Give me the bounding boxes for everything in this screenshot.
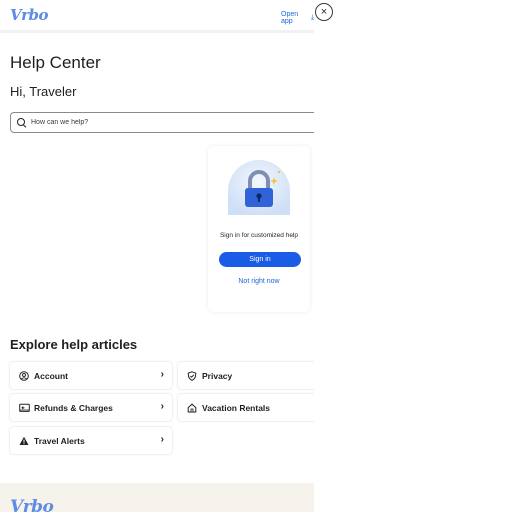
download-icon: ⤓ — [310, 14, 314, 21]
signin-button[interactable]: Sign in — [219, 252, 301, 267]
tile-account[interactable]: Account › — [10, 362, 172, 389]
signin-message: Sign in for customized help — [219, 232, 299, 239]
help-center-page: Vrbo Open app ⤓ Help Center Hi, Traveler — [0, 0, 314, 512]
close-button[interactable]: × — [315, 3, 333, 21]
chevron-right-icon: › — [160, 434, 164, 445]
vrbo-footer-logo[interactable]: Vrbo — [10, 497, 54, 512]
chevron-right-icon: › — [160, 401, 164, 412]
tile-vacation-rentals[interactable]: Vacation Rentals — [178, 394, 314, 421]
page-title: Help Center — [10, 53, 101, 72]
open-app-label: Open app — [281, 11, 299, 25]
search-icon — [17, 118, 26, 127]
home-icon — [184, 400, 200, 416]
privacy-shield-icon — [184, 368, 200, 384]
tile-travel-alerts[interactable]: Travel Alerts › — [10, 427, 172, 454]
top-bar: Vrbo Open app ⤓ — [0, 0, 314, 30]
tile-label: Privacy — [202, 370, 233, 381]
tile-privacy[interactable]: Privacy — [178, 362, 314, 389]
signin-card: Sign in for customized help Sign in Not … — [208, 146, 310, 312]
footer: Vrbo — [0, 483, 314, 512]
alert-icon — [16, 433, 32, 449]
refund-icon — [16, 400, 32, 416]
open-app-link[interactable]: Open app ⤓ — [281, 11, 314, 25]
tile-label: Vacation Rentals — [202, 402, 271, 413]
not-right-now-link[interactable]: Not right now — [208, 278, 310, 285]
vrbo-logo[interactable]: Vrbo — [10, 6, 49, 24]
search-box[interactable] — [10, 112, 314, 133]
tile-label: Travel Alerts — [34, 435, 85, 446]
divider — [0, 30, 314, 33]
tile-label: Refunds & Charges — [34, 402, 113, 413]
chevron-right-icon: › — [160, 369, 164, 380]
explore-section-title: Explore help articles — [10, 337, 138, 352]
tile-label: Account — [34, 370, 68, 381]
tile-refunds-charges[interactable]: Refunds & Charges › — [10, 394, 172, 421]
search-input[interactable] — [31, 119, 291, 126]
close-icon: × — [320, 5, 328, 18]
lock-icon — [228, 160, 290, 215]
greeting-text: Hi, Traveler — [10, 84, 77, 99]
account-icon — [16, 368, 32, 384]
